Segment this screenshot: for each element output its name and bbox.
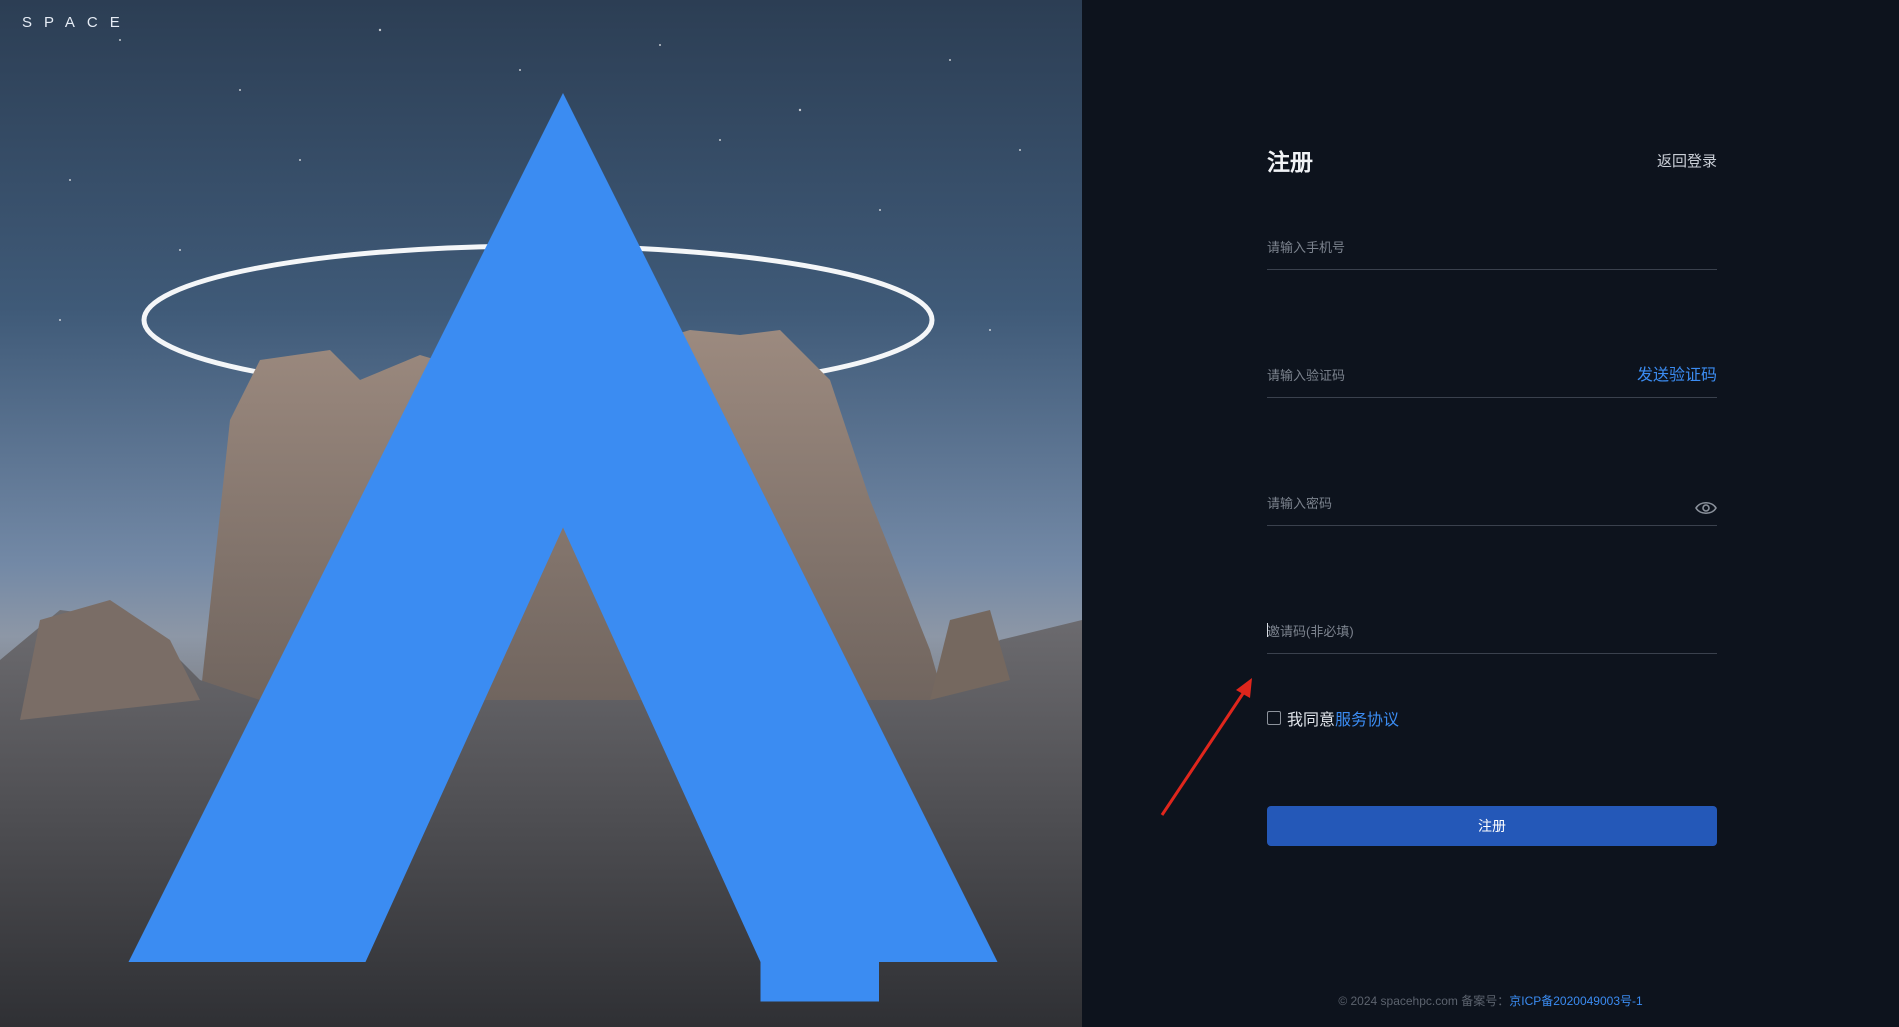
brand-logo[interactable]: SPACE xyxy=(22,14,998,1002)
register-panel: 注册 返回登录 发送验证码 我同意 服务协议 注册 xyxy=(1082,0,1899,1027)
verification-code-input[interactable] xyxy=(1267,361,1627,389)
eye-icon[interactable] xyxy=(1695,500,1717,516)
hero-image: SPACE xyxy=(0,0,1082,1027)
form-header: 注册 返回登录 xyxy=(1267,140,1717,180)
footer: © 2024 spacehpc.com 备案号：京ICP备2020049003号… xyxy=(1082,992,1899,1009)
password-input[interactable] xyxy=(1267,489,1627,517)
password-field xyxy=(1267,482,1717,526)
text-caret xyxy=(1267,623,1268,637)
agree-label: 我同意 xyxy=(1287,712,1336,729)
phone-field xyxy=(1267,226,1717,270)
red-arrow-icon xyxy=(1160,678,1252,816)
invite-code-input[interactable] xyxy=(1267,617,1627,645)
space-logo-icon xyxy=(128,93,998,1002)
invite-field xyxy=(1267,610,1717,654)
page-title: 注册 xyxy=(1267,149,1313,175)
agreement-row: 我同意 服务协议 xyxy=(1267,706,1717,730)
service-agreement-link[interactable]: 服务协议 xyxy=(1335,706,1399,730)
send-code-button[interactable]: 发送验证码 xyxy=(1637,361,1717,385)
back-to-login-link[interactable]: 返回登录 xyxy=(1657,150,1717,171)
icp-link[interactable]: 京ICP备2020049003号-1 xyxy=(1509,994,1642,1008)
code-field: 发送验证码 xyxy=(1267,354,1717,398)
footer-copyright: © 2024 spacehpc.com 备案号： xyxy=(1338,994,1510,1008)
agree-checkbox[interactable] xyxy=(1267,711,1281,725)
register-button[interactable]: 注册 xyxy=(1267,806,1717,846)
phone-input[interactable] xyxy=(1267,233,1627,261)
register-form: 注册 返回登录 发送验证码 我同意 服务协议 注册 xyxy=(1267,140,1717,846)
register-button-label: 注册 xyxy=(1478,818,1506,834)
